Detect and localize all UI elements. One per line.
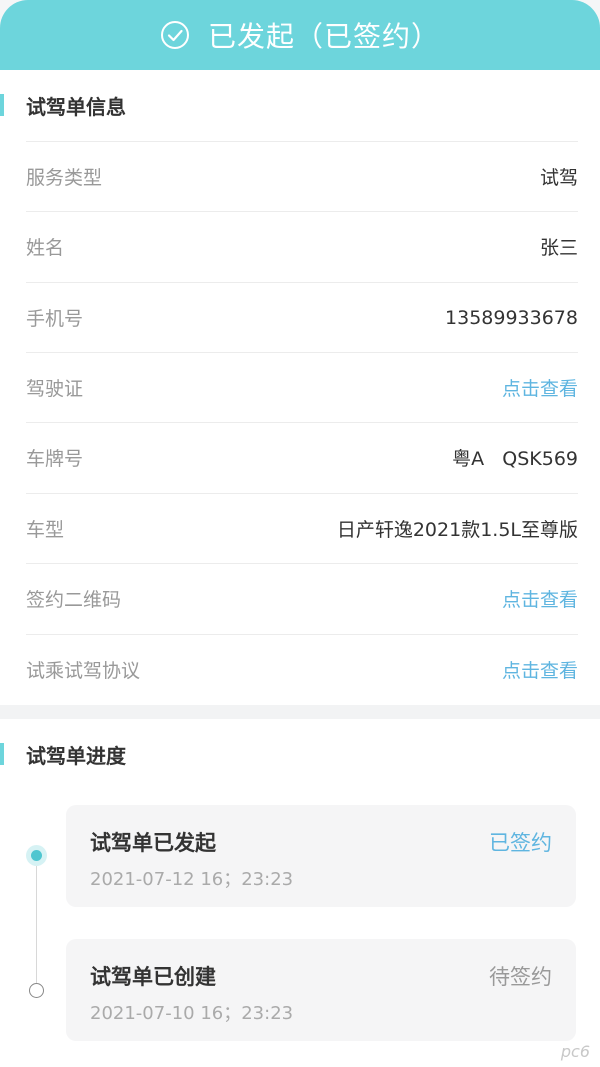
progress-item-title: 试驾单已创建 xyxy=(90,965,216,989)
view-qrcode-link[interactable]: 点击查看 xyxy=(502,585,578,612)
progress-section-title-text: 试驾单进度 xyxy=(26,743,126,768)
header-title: 已发起（已签约） xyxy=(207,20,440,53)
info-row-value: 13589933678 xyxy=(445,306,578,329)
info-row-label: 签约二维码 xyxy=(26,589,122,611)
view-agreement-link[interactable]: 点击查看 xyxy=(502,656,578,683)
info-row-value: 试驾 xyxy=(539,167,578,189)
info-row-label: 驾驶证 xyxy=(26,378,84,400)
section-accent-bar xyxy=(0,94,4,116)
progress-item-time: 2021-07-10 16；23:23 xyxy=(90,1003,294,1024)
info-row-license: 驾驶证 点击查看 xyxy=(26,352,578,422)
progress-section-title: 试驾单进度 xyxy=(0,734,126,774)
info-row-agreement: 试乘试驾协议 点击查看 xyxy=(26,634,578,704)
watermark-logo: pc6 xyxy=(560,1042,590,1061)
info-row-label: 试乘试驾协议 xyxy=(26,660,141,682)
info-section-title-text: 试驾单信息 xyxy=(26,94,126,119)
info-row-label: 车牌号 xyxy=(26,448,84,470)
info-row-plate: 车牌号 粤A QSK569 xyxy=(26,422,578,492)
progress-item: 试驾单已发起 2021-07-12 16；23:23 已签约 xyxy=(66,805,576,907)
info-row-service-type: 服务类型 试驾 xyxy=(26,141,578,211)
info-row-car-model: 车型 日产轩逸2021款1.5L至尊版 xyxy=(26,493,578,563)
progress-item: 试驾单已创建 2021-07-10 16；23:23 待签约 xyxy=(66,939,576,1041)
section-accent-bar xyxy=(0,743,4,765)
section-divider xyxy=(0,705,600,719)
info-row-value: 张三 xyxy=(539,237,578,259)
status-header: 已发起（已签约） xyxy=(0,0,600,70)
progress-item-title: 试驾单已发起 xyxy=(90,831,216,855)
info-row-name: 姓名 张三 xyxy=(26,211,578,281)
info-row-value: 粤A QSK569 xyxy=(452,448,578,470)
info-row-value: 日产轩逸2021款1.5L至尊版 xyxy=(336,519,578,541)
info-row-label: 手机号 xyxy=(26,308,84,330)
progress-item-status: 待签约 xyxy=(489,965,552,989)
info-row-label: 服务类型 xyxy=(26,167,103,189)
timeline-line xyxy=(36,855,37,990)
progress-item-status: 已签约 xyxy=(489,831,552,855)
view-license-link[interactable]: 点击查看 xyxy=(502,374,578,401)
info-row-qrcode: 签约二维码 点击查看 xyxy=(26,563,578,633)
timeline-dot-active xyxy=(26,845,47,866)
info-row-label: 姓名 xyxy=(26,237,65,259)
check-circle-icon xyxy=(160,21,189,49)
info-row-label: 车型 xyxy=(26,519,65,541)
info-row-phone: 手机号 13589933678 xyxy=(26,282,578,352)
timeline-dot-pending xyxy=(29,983,44,998)
info-section-title: 试驾单信息 xyxy=(0,85,126,125)
progress-item-time: 2021-07-12 16；23:23 xyxy=(90,869,294,890)
